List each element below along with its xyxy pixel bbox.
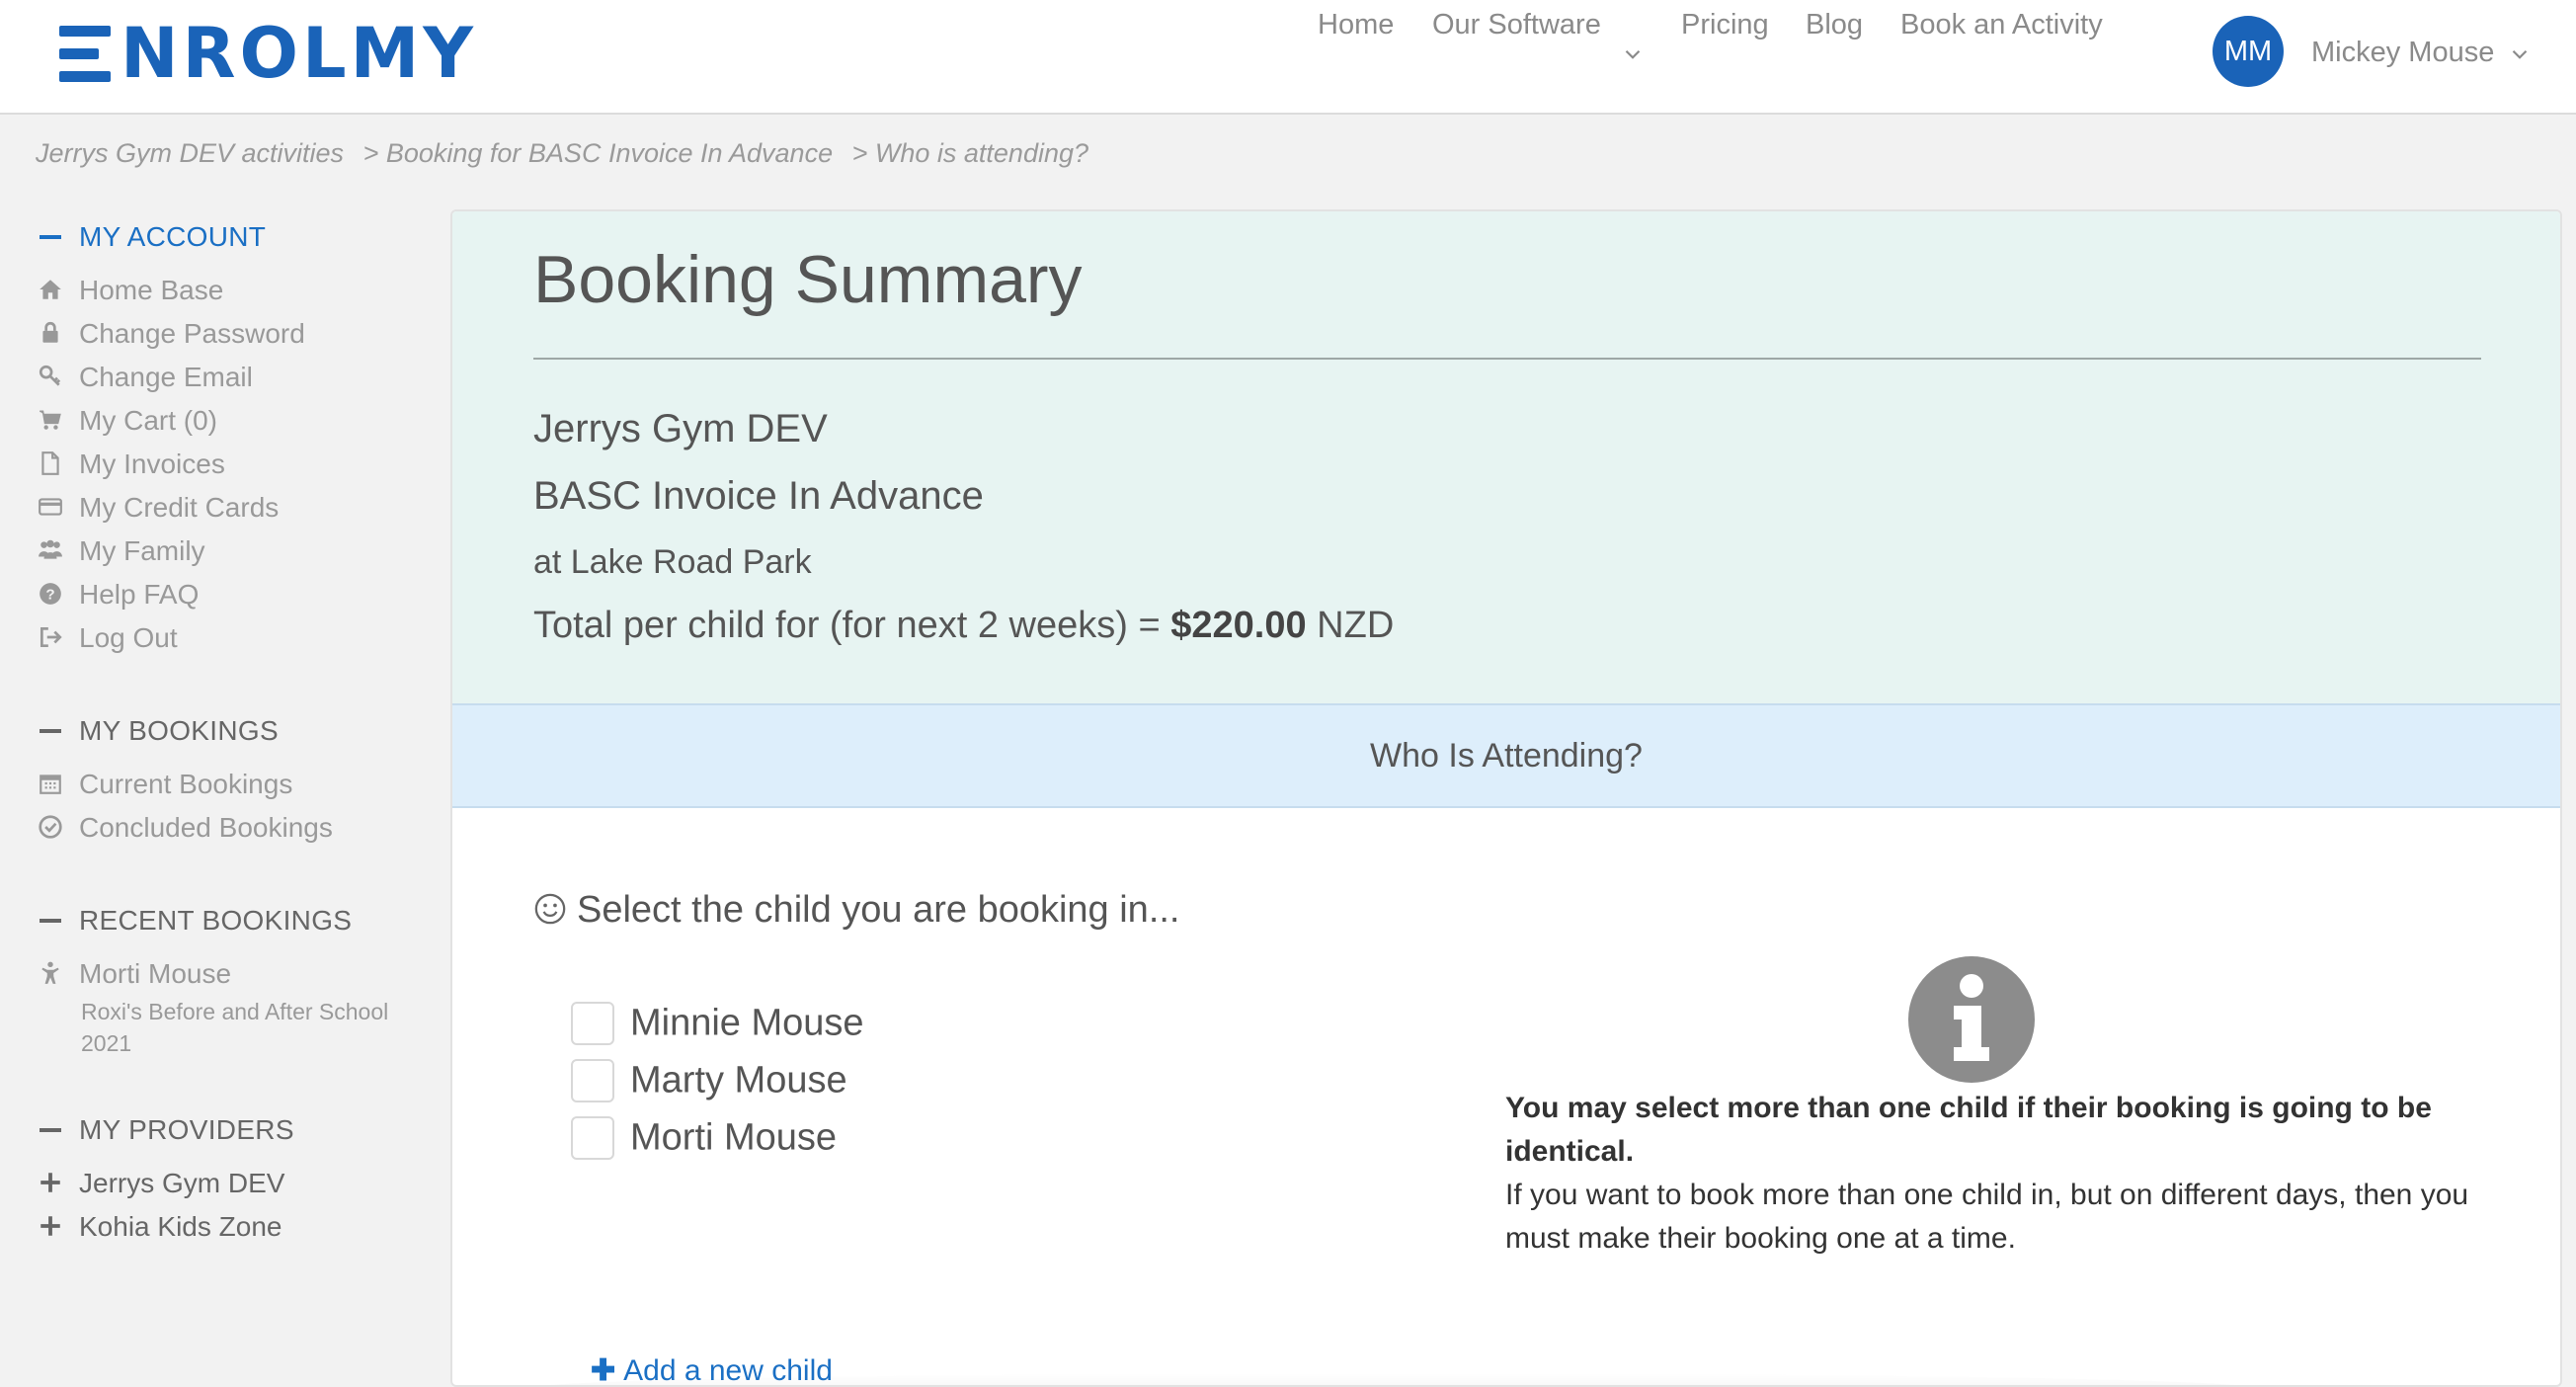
sidebar-heading-my-providers[interactable]: MY PROVIDERS: [40, 1114, 294, 1146]
help-icon: ?: [40, 583, 61, 605]
enrolmy-logo[interactable]: NROLMY: [59, 13, 477, 94]
summary-location: at Lake Road Park: [533, 543, 812, 581]
child-checkbox[interactable]: [571, 1116, 614, 1160]
nav-home[interactable]: Home: [1318, 0, 1394, 49]
avatar[interactable]: MM: [2213, 16, 2284, 87]
document-icon: [41, 451, 59, 476]
nav-blog[interactable]: Blog: [1806, 0, 1863, 49]
booking-summary: Booking Summary Jerrys Gym DEV BASC Invo…: [452, 211, 2560, 703]
chevron-down-icon[interactable]: [2507, 41, 2533, 67]
breadcrumb-current: > Who is attending?: [851, 138, 1089, 168]
top-header: NROLMY Home Our Software Pricing Blog Bo…: [0, 0, 2576, 115]
summary-activity: BASC Invoice In Advance: [533, 474, 984, 518]
child-option-minnie[interactable]: Minnie Mouse: [571, 1002, 864, 1051]
booking-panel: Booking Summary Jerrys Gym DEV BASC Invo…: [450, 209, 2562, 1387]
lock-icon: [42, 322, 58, 343]
family-icon: [39, 539, 62, 559]
cart-icon: [40, 410, 61, 430]
calendar-icon: [40, 775, 61, 794]
sidebar-item-provider-jerrys-gym[interactable]: Jerrys Gym DEV: [38, 1164, 284, 1203]
info-text-body: If you want to book more than one child …: [1505, 1179, 2469, 1255]
credit-card-icon: [39, 498, 62, 516]
key-icon: [39, 366, 61, 386]
sidebar-heading-my-bookings[interactable]: MY BOOKINGS: [40, 715, 279, 747]
multi-child-info: You may select more than one child if th…: [1505, 1087, 2493, 1261]
nav-pricing[interactable]: Pricing: [1681, 0, 1769, 49]
add-new-child-link[interactable]: ✚ Add a new child: [591, 1353, 833, 1387]
nav-book-activity[interactable]: Book an Activity: [1900, 0, 2103, 49]
logo-text: NROLMY: [121, 13, 477, 94]
sidebar-item-concluded-bookings[interactable]: Concluded Bookings: [38, 808, 333, 848]
select-child-prompt: Select the child you are booking in...: [533, 889, 1180, 932]
plus-icon: [40, 1216, 60, 1236]
breadcrumb-activities[interactable]: Jerrys Gym DEV activities: [36, 138, 344, 168]
plus-icon: [40, 1173, 60, 1192]
breadcrumb-booking[interactable]: > Booking for BASC Invoice In Advance: [363, 138, 834, 168]
sidebar-item-log-out[interactable]: Log Out: [38, 618, 178, 658]
chevron-down-icon[interactable]: [1620, 41, 1646, 67]
child-checkbox[interactable]: [571, 1059, 614, 1102]
sidebar-item-provider-kohia-kids[interactable]: Kohia Kids Zone: [38, 1207, 282, 1247]
summary-total: Total per child for (for next 2 weeks) =…: [533, 605, 1394, 647]
collapse-icon: [40, 728, 61, 733]
sidebar-item-my-cart[interactable]: My Cart (0): [38, 401, 217, 441]
sidebar-item-my-invoices[interactable]: My Invoices: [38, 445, 225, 484]
logout-icon: [40, 627, 62, 648]
smiley-icon: [534, 893, 566, 925]
nav-our-software[interactable]: Our Software: [1432, 0, 1601, 49]
sidebar-item-my-credit-cards[interactable]: My Credit Cards: [38, 488, 279, 528]
sidebar-item-recent-booking[interactable]: Morti Mouse: [38, 954, 231, 994]
collapse-icon: [40, 234, 61, 239]
sidebar-item-my-family[interactable]: My Family: [38, 531, 205, 571]
sidebar-item-change-password[interactable]: Change Password: [38, 314, 305, 354]
child-icon: [41, 961, 59, 984]
sidebar-item-current-bookings[interactable]: Current Bookings: [38, 765, 292, 804]
svg-text:?: ?: [45, 587, 54, 604]
sidebar-item-help-faq[interactable]: ? Help FAQ: [38, 575, 199, 614]
divider: [533, 358, 2481, 360]
logo-e-mark: [59, 24, 111, 83]
breadcrumb: Jerrys Gym DEV activities > Booking for …: [36, 138, 1100, 169]
collapse-icon: [40, 1127, 61, 1132]
sidebar-item-change-email[interactable]: Change Email: [38, 358, 253, 397]
check-circle-icon: [39, 815, 62, 839]
recent-booking-detail[interactable]: Roxi's Before and After School 2021: [81, 996, 437, 1059]
user-menu-name[interactable]: Mickey Mouse: [2311, 28, 2494, 77]
child-option-morti[interactable]: Morti Mouse: [571, 1116, 837, 1166]
child-checkbox[interactable]: [571, 1002, 614, 1045]
sidebar-heading-recent-bookings[interactable]: RECENT BOOKINGS: [40, 905, 352, 937]
child-option-marty[interactable]: Marty Mouse: [571, 1059, 847, 1108]
page-title: Booking Summary: [533, 242, 1083, 317]
sidebar-heading-my-account[interactable]: MY ACCOUNT: [40, 221, 266, 253]
summary-provider: Jerrys Gym DEV: [533, 407, 828, 450]
info-bold-text: You may select more than one child if th…: [1505, 1092, 2432, 1168]
collapse-icon: [40, 918, 61, 923]
home-icon: [40, 280, 61, 299]
total-amount: $220.00: [1170, 605, 1307, 646]
total-prefix: Total per child for (for next 2 weeks) =: [533, 605, 1161, 646]
sidebar-item-home-base[interactable]: Home Base: [38, 271, 223, 310]
who-is-attending-header: Who Is Attending?: [452, 703, 2560, 808]
total-currency: NZD: [1317, 605, 1395, 646]
plus-icon: ✚: [591, 1354, 616, 1387]
info-icon: [1908, 956, 2035, 1083]
